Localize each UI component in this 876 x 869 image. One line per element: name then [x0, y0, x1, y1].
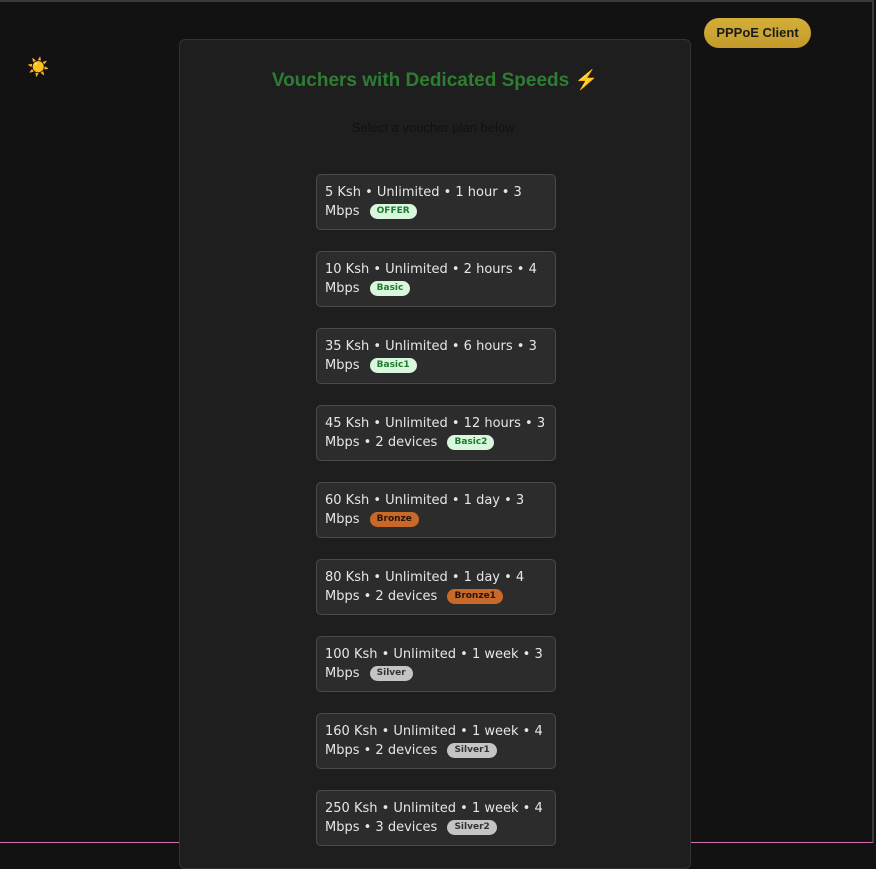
plan-tier-badge: Basic — [369, 280, 411, 296]
voucher-plan-card[interactable]: 160 Ksh • Unlimited • 1 week • 4 Mbps • … — [316, 713, 556, 769]
plan-description: 250 Ksh • Unlimited • 1 week • 4 Mbps • … — [325, 801, 543, 835]
page-subtitle: Select a voucher plan below: — [351, 120, 519, 135]
plan-tier-badge: Silver — [369, 665, 413, 681]
plan-description: 160 Ksh • Unlimited • 1 week • 4 Mbps • … — [325, 724, 543, 758]
plan-tier-badge: Basic2 — [447, 434, 495, 450]
plan-tier-badge: OFFER — [369, 203, 417, 219]
plan-description: 5 Ksh • Unlimited • 1 hour • 3 Mbps — [325, 185, 522, 219]
voucher-plan-list: 5 Ksh • Unlimited • 1 hour • 3 Mbps OFFE… — [316, 174, 556, 867]
lightning-icon: ⚡ — [574, 70, 599, 91]
voucher-plan-card[interactable]: 5 Ksh • Unlimited • 1 hour • 3 Mbps OFFE… — [316, 174, 556, 230]
plan-description: 45 Ksh • Unlimited • 12 hours • 3 Mbps •… — [325, 416, 546, 450]
voucher-panel: Vouchers with Dedicated Speeds ⚡ Select … — [179, 39, 691, 869]
page-title-text: Vouchers with Dedicated Speeds — [271, 70, 570, 91]
plan-tier-badge: Silver1 — [447, 742, 497, 758]
plan-tier-badge: Bronze — [369, 511, 419, 527]
plan-description: 10 Ksh • Unlimited • 2 hours • 4 Mbps — [325, 262, 537, 296]
sun-icon[interactable]: ☀️ — [27, 57, 49, 79]
plan-description: 60 Ksh • Unlimited • 1 day • 3 Mbps — [325, 493, 525, 527]
pppoe-client-button[interactable]: PPPoE Client — [704, 18, 811, 48]
voucher-plan-card[interactable]: 80 Ksh • Unlimited • 1 day • 4 Mbps • 2 … — [316, 559, 556, 615]
voucher-plan-card[interactable]: 35 Ksh • Unlimited • 6 hours • 3 Mbps Ba… — [316, 328, 556, 384]
plan-description: 35 Ksh • Unlimited • 6 hours • 3 Mbps — [325, 339, 537, 373]
voucher-plan-card[interactable]: 60 Ksh • Unlimited • 1 day • 3 Mbps Bron… — [316, 482, 556, 538]
voucher-plan-card[interactable]: 10 Ksh • Unlimited • 2 hours • 4 Mbps Ba… — [316, 251, 556, 307]
plan-tier-badge: Silver2 — [447, 819, 497, 835]
voucher-plan-card[interactable]: 250 Ksh • Unlimited • 1 week • 4 Mbps • … — [316, 790, 556, 846]
voucher-plan-card[interactable]: 45 Ksh • Unlimited • 12 hours • 3 Mbps •… — [316, 405, 556, 461]
plan-tier-badge: Bronze1 — [447, 588, 503, 604]
page-title: Vouchers with Dedicated Speeds ⚡ — [180, 68, 690, 92]
plan-description: 100 Ksh • Unlimited • 1 week • 3 Mbps — [325, 647, 543, 681]
plan-tier-badge: Basic1 — [369, 357, 417, 373]
voucher-plan-card[interactable]: 100 Ksh • Unlimited • 1 week • 3 Mbps Si… — [316, 636, 556, 692]
